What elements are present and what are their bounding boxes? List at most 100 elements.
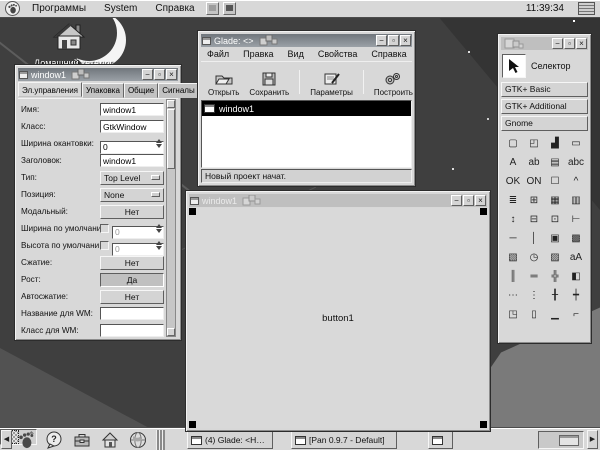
wm-class-input[interactable]: [100, 324, 164, 337]
palette-widget-table-widget[interactable]: ▦: [545, 191, 566, 210]
name-input[interactable]: [100, 103, 164, 116]
scroll-down-icon[interactable]: [167, 328, 175, 336]
palette-widget-hbutton-box[interactable]: ⋯: [503, 286, 524, 305]
save-button[interactable]: Сохранить: [246, 70, 292, 98]
palette-widget-alignment[interactable]: ⌐: [566, 305, 587, 324]
build-button[interactable]: Построить: [371, 70, 416, 98]
desktop-icon-home[interactable]: Домашний каталог: [34, 22, 104, 68]
minimize-button[interactable]: −: [552, 38, 563, 49]
palette-widget-fixed[interactable]: ▯: [524, 305, 545, 324]
selector-button[interactable]: [502, 54, 526, 78]
settings-toolbox-launcher[interactable]: [70, 430, 94, 450]
class-input[interactable]: [100, 120, 164, 133]
glade-menu-item[interactable]: Справка: [365, 49, 412, 59]
widget-tree-item-window1[interactable]: window1: [202, 101, 411, 116]
spinner-arrows-icon[interactable]: [155, 223, 163, 234]
options-button[interactable]: Параметры: [307, 70, 356, 98]
close-button[interactable]: ×: [475, 195, 486, 206]
scroll-up-icon[interactable]: [167, 100, 175, 108]
top-menu-item[interactable]: Программы: [23, 0, 95, 17]
spinner-arrows-icon[interactable]: [155, 240, 163, 251]
palette-widget-frame[interactable]: ▭: [566, 134, 587, 153]
palette-widget-table-container[interactable]: ╬: [545, 267, 566, 286]
taskbar-task[interactable]: [Pan 0.9.7 - Default]: [291, 431, 397, 449]
wm-name-input[interactable]: [100, 307, 164, 320]
home-launcher[interactable]: [98, 430, 122, 450]
main-menu-foot-button[interactable]: [14, 430, 38, 450]
palette-widget-vscale[interactable]: ╂: [545, 286, 566, 305]
help-launcher[interactable]: ?: [42, 430, 66, 450]
tasklist-applet-icon[interactable]: [578, 2, 595, 15]
palette-widget-dialog[interactable]: ◰: [524, 134, 545, 153]
modal-toggle-button[interactable]: Нет: [100, 205, 164, 219]
palette-widget-pixmap[interactable]: ▣: [545, 229, 566, 248]
palette-widget-vseparator[interactable]: │: [524, 229, 545, 248]
default-height-checkbox[interactable]: [100, 241, 109, 250]
web-browser-launcher[interactable]: [126, 430, 150, 450]
auto-shrink-toggle-button[interactable]: Нет: [100, 290, 164, 304]
panel-grab-handle[interactable]: [156, 430, 165, 450]
glade-menu-item[interactable]: Вид: [282, 49, 310, 59]
palette-widget-option-menu[interactable]: ⊡: [545, 210, 566, 229]
properties-tab[interactable]: Сигналы: [158, 83, 198, 98]
spinner-arrows-icon[interactable]: [155, 138, 163, 149]
palette-widget-notebook[interactable]: ◳: [503, 305, 524, 324]
palette-widget-button[interactable]: OK: [503, 172, 524, 191]
palette-widget-paned[interactable]: ◧: [566, 267, 587, 286]
palette-widget-ruler[interactable]: ⊢: [566, 210, 587, 229]
desk-guide-applet[interactable]: [538, 431, 584, 449]
glade-menu-item[interactable]: Правка: [237, 49, 279, 59]
palette-widget-label[interactable]: A: [503, 153, 524, 172]
maximize-button[interactable]: ▫: [463, 195, 474, 206]
close-button[interactable]: ×: [576, 38, 587, 49]
minimize-button[interactable]: −: [142, 69, 153, 80]
palette-widget-list[interactable]: ≣: [503, 191, 524, 210]
glade-menu-item[interactable]: Файл: [201, 49, 235, 59]
panel-hide-left-button[interactable]: ◀: [1, 430, 12, 449]
panel-hide-right-button[interactable]: ▶: [587, 430, 598, 449]
palette-widget-entry[interactable]: ab: [524, 153, 545, 172]
palette-widget-check-button[interactable]: ☐: [545, 172, 566, 191]
properties-tab[interactable]: Общие: [124, 83, 158, 98]
properties-scrollbar[interactable]: [166, 99, 176, 337]
palette-widget-spin-button[interactable]: ↕: [503, 210, 524, 229]
palette-widget-hscale[interactable]: ┿: [566, 286, 587, 305]
palette-widget-file-dialog[interactable]: ▨: [545, 248, 566, 267]
palette-widget-font-dialog[interactable]: aA: [566, 248, 587, 267]
selection-handle[interactable]: [189, 421, 196, 428]
top-menu-item[interactable]: System: [95, 0, 146, 17]
palette-widget-curve[interactable]: ▟: [545, 134, 566, 153]
title-input[interactable]: [100, 154, 164, 167]
default-width-checkbox[interactable]: [100, 224, 109, 233]
selection-handle[interactable]: [480, 421, 487, 428]
palette-widget-arrow[interactable]: ^: [566, 172, 587, 191]
taskbar-task-partial[interactable]: [428, 431, 453, 449]
properties-tab[interactable]: Упаковка: [82, 83, 124, 98]
palette-widget-clist[interactable]: ▥: [566, 191, 587, 210]
palette-category-button[interactable]: GTK+ Basic: [501, 82, 588, 97]
shrink-toggle-button[interactable]: Нет: [100, 256, 164, 270]
palette-widget-combo-box[interactable]: ⊟: [524, 210, 545, 229]
palette-widget-combo-entry[interactable]: abc: [566, 153, 587, 172]
palette-widget-statusbar[interactable]: ▁: [545, 305, 566, 324]
palette-widget-drawing-area[interactable]: ▩: [566, 229, 587, 248]
palette-widget-input-dialog[interactable]: ◷: [524, 248, 545, 267]
maximize-button[interactable]: ▫: [564, 38, 575, 49]
close-button[interactable]: ×: [400, 35, 411, 46]
properties-tab[interactable]: Эл.управления: [18, 82, 82, 97]
palette-widget-vbox[interactable]: ║: [503, 267, 524, 286]
palette-titlebar[interactable]: − ▫ ×: [501, 37, 588, 50]
type-dropdown[interactable]: Top Level: [100, 171, 164, 185]
palette-category-button[interactable]: GTK+ Additional: [501, 99, 588, 114]
selection-handle[interactable]: [189, 208, 196, 215]
open-button[interactable]: Открыть: [205, 70, 242, 98]
main-menu-button[interactable]: [5, 1, 20, 16]
designed-button1[interactable]: button1: [189, 208, 487, 428]
launcher-console-icon[interactable]: [223, 2, 236, 15]
glade-titlebar[interactable]: Glade: <> − ▫ ×: [201, 34, 412, 47]
top-menu-item[interactable]: Справка: [146, 0, 203, 17]
glade-menu-item[interactable]: Свойства: [312, 49, 364, 59]
properties-titlebar[interactable]: window1 − ▫ ×: [18, 68, 178, 81]
palette-widget-toggle-button[interactable]: ON: [524, 172, 545, 191]
grow-toggle-button[interactable]: Да: [100, 273, 164, 287]
